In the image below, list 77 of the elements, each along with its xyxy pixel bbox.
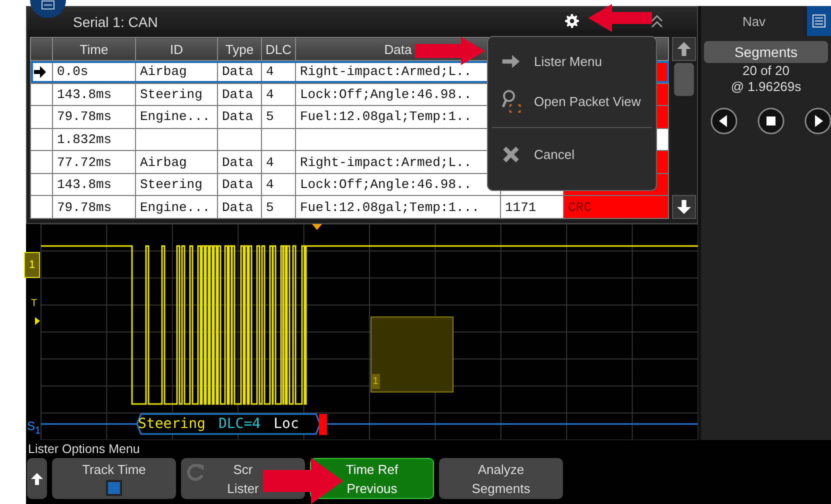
checkbox[interactable]	[106, 480, 122, 496]
table-cell: Data	[222, 64, 254, 80]
segment-time: @ 1.96269s	[730, 79, 802, 95]
column-header[interactable]: Time	[52, 38, 136, 60]
decode-text: DLC=4	[218, 416, 261, 432]
previous-icon[interactable]	[710, 107, 738, 135]
down-arrow-icon	[677, 200, 691, 214]
table-cell: Steering	[140, 177, 202, 192]
trigger-level-icon	[35, 317, 40, 325]
table-cell: 79.78ms	[57, 200, 112, 215]
table-cell: Right-impact:Armed;L..	[300, 154, 472, 170]
table-cell: Engine...	[140, 200, 210, 215]
table-cell: Lock:Off;Angle:46.98..	[300, 177, 472, 192]
current-row-icon	[34, 66, 46, 78]
column-header[interactable]: ID	[136, 38, 218, 60]
trigger-label: T	[31, 298, 38, 309]
table-cell: Data	[222, 177, 254, 192]
scroll-down-button[interactable]	[672, 195, 696, 219]
error-marker	[319, 414, 327, 435]
collapse-icon[interactable]	[649, 13, 665, 29]
scrollbar-thumb[interactable]	[674, 63, 694, 96]
annotation-arrow	[415, 37, 485, 65]
next-icon[interactable]	[804, 107, 831, 135]
table-cell: Airbag	[140, 64, 187, 80]
channel-marker[interactable]: 1	[24, 252, 40, 278]
table-cell: Airbag	[140, 154, 187, 170]
table-cell: 5	[266, 109, 274, 124]
close-icon	[500, 146, 522, 162]
serial-label: S$_{1}$	[27, 419, 41, 438]
table-cell: 77.72ms	[57, 154, 112, 170]
table-cell: Right-impact:Armed;L..	[300, 64, 472, 80]
table-cell: Lock:Off;Angle:46.98..	[300, 86, 472, 102]
softkey[interactable]: Analyze Segments	[439, 458, 563, 499]
table-row[interactable]: 79.78ms Engine... Data 5 Fuel:12.08gal;Temp:1... 1171 CRC	[30, 196, 668, 218]
table-cell: Data	[222, 86, 254, 102]
table-cell: Data	[222, 109, 254, 124]
table-cell: 4	[266, 64, 274, 80]
table-cell: 4	[266, 86, 274, 102]
table-cell: Data	[222, 154, 254, 170]
refresh-icon	[186, 462, 206, 482]
scroll-up-button[interactable]	[672, 37, 696, 61]
panel-title: Serial 1: CAN	[73, 14, 158, 30]
decode-text: Loc	[274, 416, 299, 432]
table-cell: 5	[266, 200, 274, 215]
segments-button[interactable]: Segments	[704, 41, 828, 63]
list-icon	[812, 14, 826, 28]
table-cell: Engine...	[140, 109, 210, 124]
table-cell: 1171	[505, 200, 536, 215]
decode-text: Steering	[138, 416, 206, 432]
back-button[interactable]	[27, 458, 47, 499]
table-cell: Fuel:12.08gal;Temp:1...	[300, 200, 480, 215]
table-cell: 143.8ms	[57, 86, 112, 102]
segment-marker: 1	[371, 374, 380, 389]
up-arrow-icon	[31, 472, 43, 484]
up-arrow-icon	[677, 42, 691, 56]
column-header[interactable]: DLC	[262, 38, 296, 60]
table-cell: 79.78ms	[57, 109, 112, 124]
table-cell: Data	[222, 200, 254, 215]
column-header[interactable]: Type	[218, 38, 262, 60]
table-cell: 4	[266, 177, 274, 192]
softkey[interactable]: Track Time	[52, 458, 176, 499]
segment-count: 20 of 20	[742, 63, 790, 79]
right-arrow-icon	[500, 54, 522, 68]
annotation-arrow	[588, 4, 652, 32]
table-cell: 4	[266, 154, 274, 170]
table-cell: 1.832ms	[57, 132, 112, 147]
settings-icon[interactable]	[565, 14, 579, 28]
stop-icon[interactable]	[757, 107, 785, 135]
list-tab[interactable]	[807, 6, 831, 36]
table-cell: Steering	[140, 86, 202, 102]
table-cell: 0.0s	[57, 64, 88, 80]
magnifier-icon	[500, 89, 522, 113]
table-cell: Fuel:12.08gal;Temp:1..	[300, 109, 472, 124]
error-cell: CRC	[564, 196, 668, 218]
menu-title: Lister Options Menu	[27, 441, 141, 458]
table-cell: 143.8ms	[57, 177, 112, 192]
nav-tab[interactable]: Nav	[701, 6, 807, 36]
